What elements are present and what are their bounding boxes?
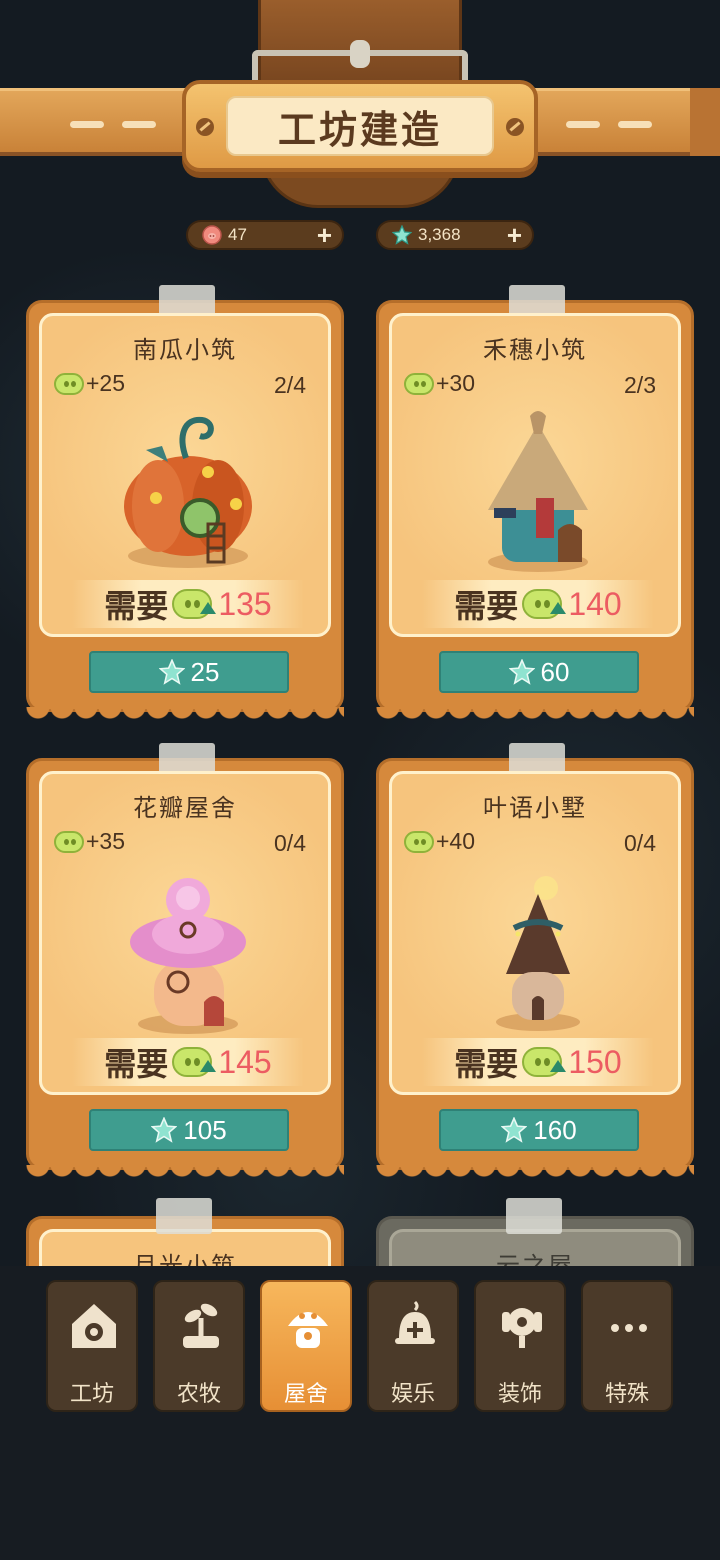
add-pig-coins-button[interactable]: + bbox=[317, 222, 332, 248]
add-star-gems-button[interactable]: + bbox=[507, 222, 522, 248]
requirement: 需要 145 bbox=[72, 1038, 304, 1086]
price: 160 bbox=[533, 1114, 577, 1145]
currency-star-gems: 3,368 + bbox=[376, 220, 534, 250]
star-gem-icon bbox=[392, 225, 412, 245]
tab-label: 屋舍 bbox=[283, 1381, 328, 1406]
petal-house-image bbox=[130, 878, 246, 1034]
up-arrow-icon bbox=[200, 602, 217, 614]
income: +35 bbox=[54, 828, 125, 855]
tab-label: 工坊 bbox=[69, 1381, 114, 1406]
pig-coin-icon bbox=[202, 225, 222, 245]
star-gem-icon bbox=[158, 659, 185, 685]
building-name: 禾穗小筑 bbox=[483, 337, 587, 364]
require-value: 150 bbox=[568, 1043, 622, 1080]
price: 60 bbox=[540, 656, 570, 687]
tape bbox=[506, 1198, 562, 1234]
pig-coin-icon bbox=[54, 372, 84, 395]
tab-label: 娱乐 bbox=[390, 1381, 435, 1406]
tab-entertainment[interactable]: 娱乐 bbox=[367, 1280, 459, 1412]
title-plate: 工坊建造 bbox=[182, 80, 538, 172]
card-scallop bbox=[376, 707, 694, 723]
require-label: 需要 bbox=[104, 1046, 169, 1082]
tab-decoration[interactable]: 装饰 bbox=[474, 1280, 566, 1412]
tab-label: 农牧 bbox=[176, 1381, 221, 1406]
leaf-villa-image bbox=[496, 876, 580, 1031]
screw-icon bbox=[196, 118, 214, 136]
building-card[interactable]: 花瓣屋舍 +35 0/4 需要 145 105 bbox=[26, 743, 344, 1181]
pig-coin-icon bbox=[404, 830, 434, 853]
build-count: 2/4 bbox=[274, 372, 306, 398]
flower-deco-icon bbox=[502, 1308, 542, 1348]
pig-coin-icon bbox=[404, 372, 434, 395]
building-name: 叶语小墅 bbox=[483, 795, 587, 822]
more-icon bbox=[611, 1324, 647, 1332]
star-gem-icon bbox=[501, 1117, 528, 1143]
up-arrow-icon bbox=[550, 602, 567, 614]
income: +40 bbox=[404, 828, 475, 855]
buy-button[interactable]: 25 bbox=[89, 651, 289, 693]
income-value: +40 bbox=[436, 828, 476, 854]
income-value: +35 bbox=[86, 828, 126, 854]
screw-icon bbox=[506, 118, 524, 136]
pumpkin-house-image bbox=[124, 416, 252, 568]
tab-workshop[interactable]: 工坊 bbox=[46, 1280, 138, 1412]
page-title: 工坊建造 bbox=[277, 109, 442, 152]
tab-label: 特殊 bbox=[604, 1381, 649, 1406]
requirement: 需要 140 bbox=[422, 580, 654, 628]
require-label: 需要 bbox=[454, 588, 519, 624]
card-scallop bbox=[376, 1165, 694, 1181]
tab-label: 装饰 bbox=[497, 1381, 542, 1406]
buy-button[interactable]: 160 bbox=[439, 1109, 639, 1151]
up-arrow-icon bbox=[200, 1060, 217, 1072]
building-name: 花瓣屋舍 bbox=[133, 795, 237, 822]
star-gem-icon bbox=[508, 659, 535, 685]
require-value: 140 bbox=[568, 585, 622, 622]
card-scallop bbox=[26, 707, 344, 723]
currency-value: 47 bbox=[228, 225, 247, 244]
buy-button[interactable]: 60 bbox=[439, 651, 639, 693]
tape bbox=[156, 1198, 212, 1234]
build-count: 2/3 bbox=[624, 372, 656, 398]
building-name: 南瓜小筑 bbox=[133, 337, 237, 364]
mushroom-house-icon bbox=[288, 1312, 328, 1348]
require-label: 需要 bbox=[454, 1046, 519, 1082]
requirement: 需要 150 bbox=[422, 1038, 654, 1086]
requirement: 需要 135 bbox=[72, 580, 304, 628]
pig-coin-icon bbox=[54, 830, 84, 853]
price: 25 bbox=[190, 656, 220, 687]
building-card[interactable]: 禾穗小筑 +30 2/3 需要 140 60 bbox=[376, 285, 694, 723]
build-count: 0/4 bbox=[274, 830, 306, 856]
require-value: 135 bbox=[218, 585, 272, 622]
building-card[interactable]: 叶语小墅 +40 0/4 需要 150 160 bbox=[376, 743, 694, 1181]
currency-pig-coins: 47 + bbox=[186, 220, 344, 250]
income-value: +30 bbox=[436, 370, 476, 396]
require-value: 145 bbox=[218, 1043, 272, 1080]
tab-special[interactable]: 特殊 bbox=[581, 1280, 673, 1412]
straw-hut-image bbox=[488, 411, 588, 572]
tab-farming[interactable]: 农牧 bbox=[153, 1280, 245, 1412]
build-count: 0/4 bbox=[624, 830, 656, 856]
header-buckle-pin bbox=[350, 40, 370, 68]
star-gem-icon bbox=[151, 1117, 178, 1143]
card-scallop bbox=[26, 1165, 344, 1181]
building-card[interactable]: 南瓜小筑 +25 2/4 需要 135 25 bbox=[26, 285, 344, 723]
currency-value: 3,368 bbox=[418, 225, 461, 244]
require-label: 需要 bbox=[104, 588, 169, 624]
income-value: +25 bbox=[86, 370, 126, 396]
sprout-icon bbox=[183, 1303, 219, 1348]
workshop-icon bbox=[72, 1304, 116, 1348]
bell-icon bbox=[395, 1300, 435, 1344]
up-arrow-icon bbox=[550, 1060, 567, 1072]
buy-button[interactable]: 105 bbox=[89, 1109, 289, 1151]
tab-houses[interactable]: 屋舍 bbox=[260, 1280, 352, 1412]
income: +30 bbox=[404, 370, 475, 397]
price: 105 bbox=[183, 1114, 227, 1145]
header-belt-right-end bbox=[690, 88, 720, 156]
income: +25 bbox=[54, 370, 125, 397]
